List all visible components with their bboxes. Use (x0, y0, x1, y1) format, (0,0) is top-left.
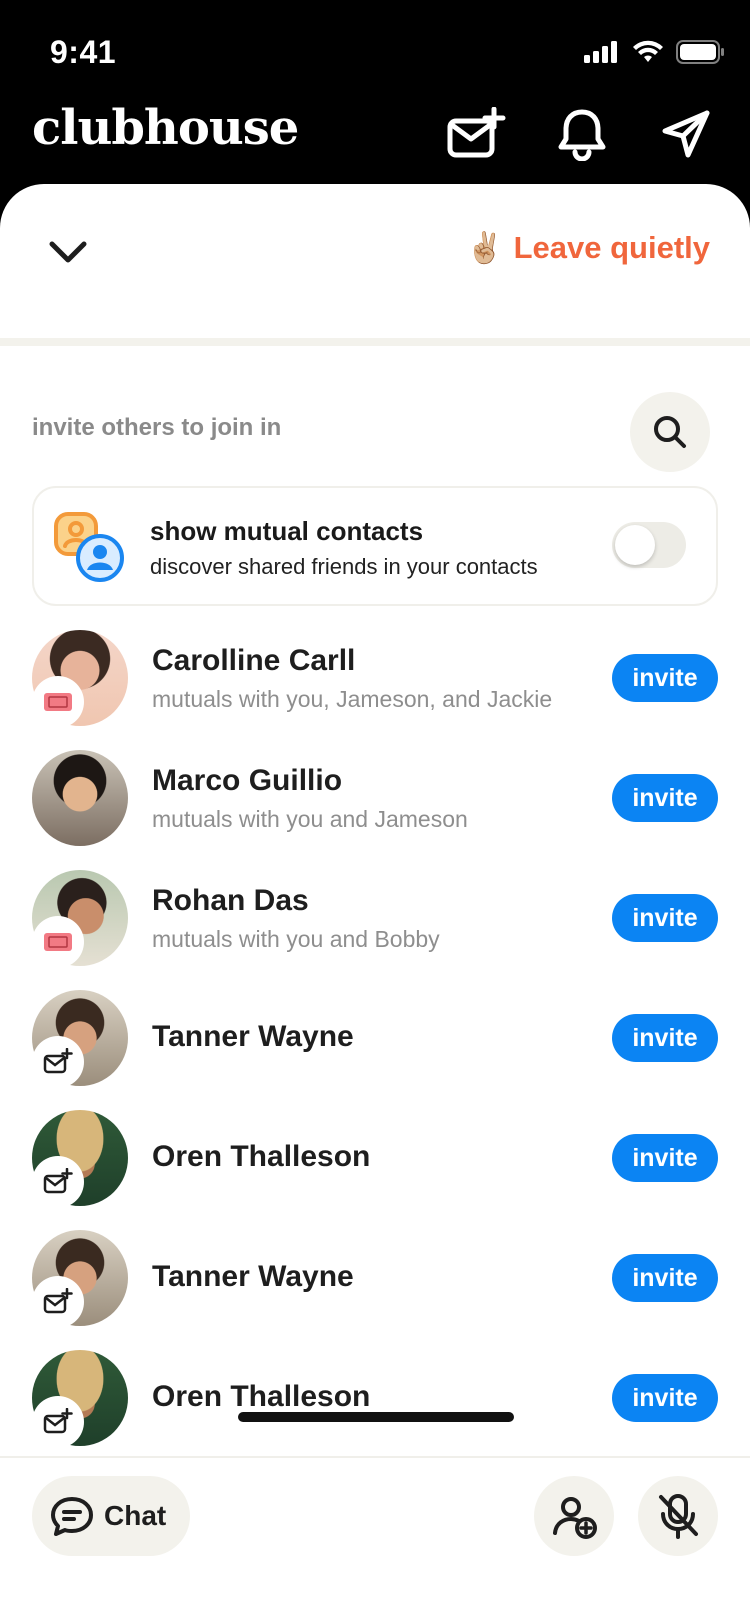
avatar (32, 750, 128, 846)
person-mutuals: mutuals with you and Jameson (152, 806, 468, 832)
list-item: Oren Thalleson invite (0, 1350, 750, 1470)
search-button[interactable] (630, 392, 710, 472)
chat-button[interactable]: Chat (32, 1476, 190, 1556)
section-divider (0, 338, 750, 346)
invite-mail-button[interactable] (446, 106, 506, 162)
mail-plus-icon (34, 1038, 82, 1086)
microphone-off-icon (659, 1494, 698, 1539)
status-time: 9:41 (50, 34, 117, 70)
mail-plus-icon (447, 107, 506, 158)
person-name: Carolline Carll (152, 644, 356, 677)
mute-button[interactable] (638, 1476, 718, 1556)
list-item: Tanner Wayne invite (0, 990, 750, 1110)
send-button[interactable] (656, 106, 716, 162)
person-mutuals: mutuals with you and Bobby (152, 926, 440, 952)
battery-icon (676, 40, 724, 64)
mutual-subtitle: discover shared friends in your contacts (150, 554, 538, 579)
chevron-down-icon (49, 241, 87, 263)
add-user-button[interactable] (534, 1476, 614, 1556)
chat-label: Chat (104, 1500, 167, 1531)
add-user-icon (553, 1497, 597, 1539)
invite-section: invite others to join in (0, 346, 750, 496)
notifications-button[interactable] (552, 106, 612, 162)
mail-plus-icon (34, 1158, 82, 1206)
list-item: Carolline Carll mutuals with you, Jameso… (0, 630, 750, 750)
invite-button[interactable]: invite (612, 774, 718, 822)
list-item: Marco Guillio mutuals with you and James… (0, 750, 750, 870)
leave-quietly-button[interactable]: ✌🏼 Leave quietly (466, 230, 710, 266)
invite-button[interactable]: invite (612, 654, 718, 702)
sheet-header: ✌🏼 Leave quietly (0, 184, 750, 338)
list-item: Oren Thalleson invite (0, 1110, 750, 1230)
person-name: Marco Guillio (152, 764, 343, 797)
invite-button[interactable]: invite (612, 1014, 718, 1062)
peace-hand-icon: ✌🏼 (466, 231, 504, 265)
status-icons (584, 40, 726, 64)
person-name: Oren Thalleson (152, 1380, 371, 1413)
mail-plus-icon (34, 1278, 82, 1326)
home-indicator (238, 1412, 514, 1422)
app-logo: clubhouse (32, 100, 299, 156)
people-list: Carolline Carll mutuals with you, Jameso… (0, 630, 750, 1470)
collapse-button[interactable] (40, 224, 96, 280)
person-mutuals: mutuals with you, Jameson, and Jackie (152, 686, 553, 712)
toggle-knob (615, 525, 655, 565)
search-icon (654, 416, 686, 448)
person-name: Tanner Wayne (152, 1260, 354, 1293)
invite-button[interactable]: invite (612, 1374, 718, 1422)
wifi-icon (633, 40, 663, 62)
chat-bubble-icon (51, 1497, 93, 1536)
admit-ticket-icon (34, 678, 82, 726)
admit-ticket-icon (34, 918, 82, 966)
bell-icon (558, 109, 606, 161)
list-item: Tanner Wayne invite (0, 1230, 750, 1350)
leave-label: Leave quietly (513, 230, 710, 265)
contacts-icon (54, 512, 124, 582)
mutual-contacts-card: show mutual contacts discover shared fri… (32, 486, 718, 606)
invite-button[interactable]: invite (612, 894, 718, 942)
list-item: Rohan Das mutuals with you and Bobby inv… (0, 870, 750, 990)
mutual-contacts-toggle[interactable] (612, 522, 686, 568)
invite-label: invite others to join in (32, 414, 282, 441)
person-name: Rohan Das (152, 884, 309, 917)
bottom-bar: Chat (0, 1456, 750, 1624)
paper-plane-icon (662, 110, 710, 158)
invite-button[interactable]: invite (612, 1254, 718, 1302)
mail-plus-icon (34, 1398, 82, 1446)
room-sheet: ✌🏼 Leave quietly invite others to join i… (0, 184, 750, 1624)
invite-button[interactable]: invite (612, 1134, 718, 1182)
mutual-title: show mutual contacts (150, 516, 424, 546)
top-header: 9:41 clubhouse (0, 0, 750, 200)
cellular-signal-icon (584, 41, 617, 63)
person-name: Tanner Wayne (152, 1020, 354, 1053)
person-name: Oren Thalleson (152, 1140, 371, 1173)
